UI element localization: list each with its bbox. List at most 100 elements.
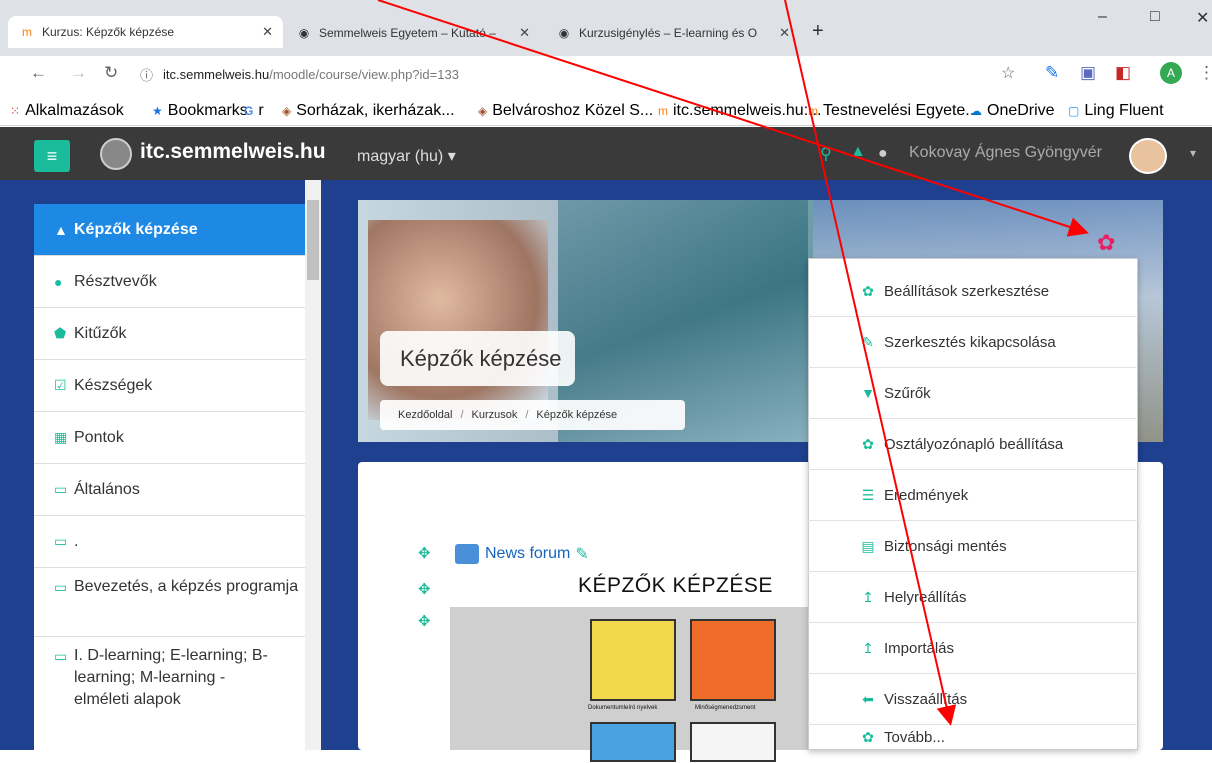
back-icon[interactable]: ← <box>30 63 47 83</box>
reload-icon[interactable]: ↻ <box>104 63 118 83</box>
browser-menu-icon[interactable]: ⋮ <box>1198 63 1212 83</box>
seal-icon: ◉ <box>558 26 570 40</box>
card-quality <box>690 619 776 701</box>
sidebar-item-label: Pontok <box>74 428 124 446</box>
bookmark-label: Bookmarks <box>167 102 248 119</box>
edit-pencil-icon[interactable]: ✎ <box>575 544 588 564</box>
star-icon: ★ <box>152 104 163 118</box>
close-icon[interactable]: ✕ <box>779 25 790 41</box>
hamburger-menu-button[interactable]: ≡ <box>34 140 70 172</box>
google-icon: G <box>244 104 254 118</box>
menu-item-edit-settings[interactable]: ✿ Beállítások szerkesztése <box>808 266 1138 317</box>
filter-icon: ▼ <box>861 385 875 401</box>
seal-icon: ◉ <box>298 26 310 40</box>
bookmark-sorhazak[interactable]: ◈ Sorházak, ikerházak... <box>282 102 455 120</box>
graduation-cap-icon: ▲ <box>54 221 68 238</box>
table-icon: ▦ <box>54 429 68 445</box>
cloud-icon: ☁ <box>970 104 982 118</box>
menu-item-backup[interactable]: ▤ Biztonsági mentés <box>808 521 1138 572</box>
sidebar-item-label: I. D-learning; E-learning; B-learning; M… <box>74 647 268 708</box>
moodle-icon: m <box>658 104 668 118</box>
bookmark-itc[interactable]: m itc.semmelweis.hu:... <box>658 102 821 120</box>
sidebar-item-grades[interactable]: ▦ Pontok <box>34 412 309 464</box>
url-host: itc.semmelweis.hu <box>163 66 270 82</box>
menu-item-label: Szűrők <box>884 384 931 402</box>
move-icon[interactable]: ✥ <box>418 612 431 630</box>
forward-icon[interactable]: → <box>70 63 87 83</box>
new-tab-button[interactable]: + <box>812 20 824 43</box>
settings-gear-icon[interactable]: ✿ <box>1097 230 1115 256</box>
move-icon[interactable]: ✥ <box>418 580 431 598</box>
browser-tab-course[interactable]: m Kurzus: Képzők képzése ✕ <box>8 16 283 48</box>
user-menu-chevron-icon[interactable]: ▾ <box>1190 146 1196 160</box>
close-window-button[interactable]: ✕ <box>1196 8 1209 28</box>
bookmark-bookmarks[interactable]: ★ Bookmarks <box>152 102 248 120</box>
bookmark-label: Testnevelési Egyete... <box>823 102 979 119</box>
user-name[interactable]: Kokovay Ágnes Gyöngyvér <box>909 144 1102 162</box>
folder-icon: ▭ <box>54 648 68 664</box>
sidebar-item-course-home[interactable]: ▲ Képzők képzése <box>34 204 309 256</box>
menu-item-label: Beállítások szerkesztése <box>884 282 1050 300</box>
sidebar-item-badges[interactable]: ⬟ Kitűzők <box>34 308 309 360</box>
bookmark-google[interactable]: Gr <box>244 102 264 120</box>
star-icon[interactable]: ☆ <box>1001 63 1015 83</box>
checkbox-icon: ☑ <box>54 377 67 393</box>
url-field[interactable]: ⓘ itc.semmelweis.hu/moodle/course/view.p… <box>140 62 1000 86</box>
sidebar-item-general[interactable]: ▭ Általános <box>34 464 309 516</box>
menu-item-turn-editing-off[interactable]: ✎ Szerkesztés kikapcsolása <box>808 317 1138 368</box>
menu-item-label: Osztályozónapló beállítása <box>884 435 1064 453</box>
close-icon[interactable]: ✕ <box>262 24 273 40</box>
news-forum-link[interactable]: News forum ✎ <box>455 544 589 564</box>
menu-item-import[interactable]: ↥ Importálás <box>808 623 1138 674</box>
bookmark-onedrive[interactable]: ☁ OneDrive <box>970 102 1055 120</box>
menu-item-more[interactable]: ✿ Tovább... <box>808 712 1138 763</box>
info-icon[interactable]: ⓘ <box>140 65 153 84</box>
search-icon[interactable]: ⚲ <box>820 144 832 164</box>
browser-tab-semmelweis[interactable]: ◉ Semmelweis Egyetem – Kutató – ✕ <box>285 18 540 48</box>
bookmark-testneveles[interactable]: m Testnevelési Egyete... <box>808 102 979 120</box>
site-logo[interactable] <box>100 138 132 170</box>
pdf-extension-icon[interactable]: ◧ <box>1115 63 1131 83</box>
menu-item-outcomes[interactable]: ☰ Eredmények <box>808 470 1138 521</box>
sidebar-item-label: Résztvevők <box>74 272 157 290</box>
close-icon[interactable]: ✕ <box>519 25 530 41</box>
sidebar-item-dot-section[interactable]: ▭ . <box>34 516 309 568</box>
menu-item-filters[interactable]: ▼ Szűrők <box>808 368 1138 419</box>
bell-icon[interactable]: ▲ <box>850 143 866 161</box>
sidebar-item-label: Készségek <box>74 376 153 394</box>
moodle-icon: m <box>808 104 818 118</box>
move-icon[interactable]: ✥ <box>418 544 431 562</box>
avatar[interactable] <box>1129 138 1167 174</box>
browser-tab-kurzusigenyles[interactable]: ◉ Kurzusigénylés – E-learning és O ✕ <box>545 18 800 48</box>
tab-title: Semmelweis Egyetem – Kutató – <box>319 26 496 40</box>
breadcrumb-courses[interactable]: Kurzusok <box>472 409 518 421</box>
sidebar-item-label: Képzők képzése <box>74 220 198 238</box>
menu-item-gradebook-setup[interactable]: ✿ Osztályozónapló beállítása <box>808 419 1138 470</box>
tab-title: Kurzusigénylés – E-learning és O <box>579 26 758 40</box>
sidebar-item-participants[interactable]: ● Résztvevők <box>34 256 309 308</box>
language-selector[interactable]: magyar (hu) ▾ <box>357 146 456 166</box>
sidebar-item-label: Kitűzők <box>74 324 127 342</box>
menu-item-restore[interactable]: ↥ Helyreállítás <box>808 572 1138 623</box>
folder-icon: ▭ <box>54 579 68 595</box>
sidebar-item-intro[interactable]: ▭ Bevezetés, a képzés programja <box>34 568 309 637</box>
bookmark-belvaros[interactable]: ◈ Belvároshoz Közel S... <box>478 102 653 120</box>
breadcrumb-current[interactable]: Képzők képzése <box>536 409 617 421</box>
site-name[interactable]: itc.semmelweis.hu <box>140 140 326 164</box>
page-title: Képzők képzése <box>400 345 562 371</box>
extension-icon[interactable]: ✎ <box>1045 63 1059 83</box>
breadcrumb-home[interactable]: Kezdőoldal <box>398 409 452 421</box>
bookmark-label: Ling Fluent <box>1084 102 1164 119</box>
cube-icon: ◈ <box>282 104 292 118</box>
sidebar-scrollbar-thumb[interactable] <box>307 200 319 280</box>
maximize-button[interactable]: □ <box>1150 8 1160 26</box>
bookmark-ling-fluent[interactable]: ▢ Ling Fluent <box>1068 102 1164 120</box>
minimize-button[interactable]: – <box>1098 8 1107 26</box>
bookmark-apps[interactable]: ⁙ Alkalmazások <box>10 102 124 120</box>
sidebar-item-competencies[interactable]: ☑ Készségek <box>34 360 309 412</box>
shield-extension-icon[interactable]: ▣ <box>1080 63 1096 83</box>
profile-icon[interactable]: A <box>1160 62 1182 84</box>
card-diagram <box>590 722 676 762</box>
sidebar-item-d-learning[interactable]: ▭ I. D-learning; E-learning; B-learning;… <box>34 637 309 750</box>
message-icon[interactable]: ● <box>878 145 888 163</box>
